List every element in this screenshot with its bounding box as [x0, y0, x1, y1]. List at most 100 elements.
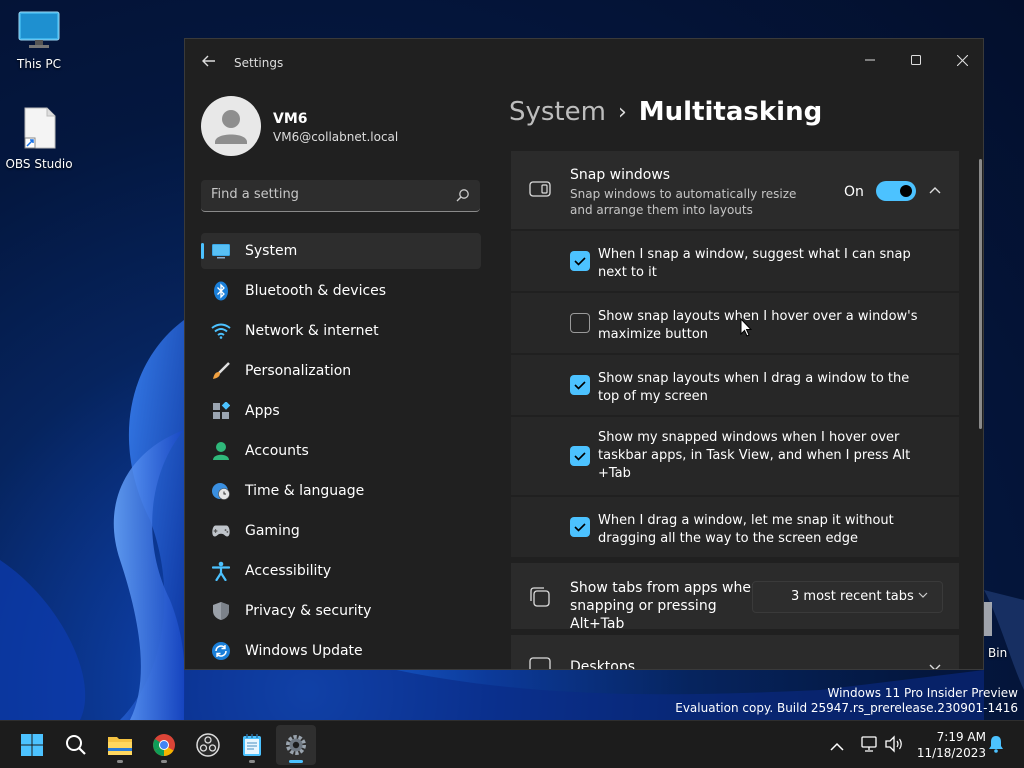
title-bar[interactable]: Settings: [185, 39, 983, 87]
network-tray-button[interactable]: [860, 735, 878, 757]
profile-name: VM6: [273, 111, 308, 127]
checkmark-icon: [574, 257, 586, 266]
snap-hover-maximize-checkbox[interactable]: [570, 313, 590, 333]
desktop-icon-this-pc[interactable]: This PC: [1, 10, 77, 71]
snap-windows-card[interactable]: Snap windows Snap windows to automatical…: [511, 151, 959, 229]
sidebar-item-label: Network & internet: [245, 323, 379, 339]
search-input[interactable]: [211, 187, 441, 202]
sidebar-item-label: Accessibility: [245, 563, 332, 579]
desktops-card[interactable]: Desktops: [511, 635, 959, 670]
settings-window: Settings VM6 VM6@collabnet.local Find a …: [184, 38, 984, 670]
bell-icon: [989, 736, 1003, 753]
bluetooth-icon: [211, 281, 231, 301]
clock-date: 11/18/2023: [916, 746, 986, 760]
snap-option-row[interactable]: Show my snapped windows when I hover ove…: [511, 417, 959, 495]
desktop-icon-obs-studio[interactable]: OBS Studio: [1, 106, 77, 171]
sidebar-item-windows-update[interactable]: Windows Update: [201, 633, 481, 669]
search-icon[interactable]: [456, 188, 470, 202]
sidebar-item-privacy[interactable]: Privacy & security: [201, 593, 481, 629]
snap-option-row[interactable]: When I drag a window, let me snap it wit…: [511, 497, 959, 557]
back-button[interactable]: [199, 53, 219, 73]
checkmark-icon: [574, 381, 586, 390]
snap-option-label: Show snap layouts when I hover over a wi…: [598, 309, 918, 342]
taskbar-chrome[interactable]: [144, 725, 184, 765]
snap-option-row[interactable]: When I snap a window, suggest what I can…: [511, 231, 959, 291]
sidebar-item-accessibility[interactable]: Accessibility: [201, 553, 481, 589]
settings-content: Snap windows Snap windows to automatical…: [511, 151, 959, 670]
breadcrumb: System › Multitasking: [509, 97, 822, 127]
taskbar-file-explorer[interactable]: [100, 725, 140, 765]
globe-clock-icon: [211, 481, 231, 501]
sidebar-item-personalization[interactable]: Personalization: [201, 353, 481, 389]
watermark-line-1: Windows 11 Pro Insider Preview: [827, 686, 1018, 700]
taskbar: 7:19 AM 11/18/2023: [0, 720, 1024, 768]
search-box[interactable]: [201, 180, 480, 212]
file-shortcut-icon: [24, 107, 56, 149]
accessibility-icon: [211, 561, 231, 581]
taskbar-notepad[interactable]: [232, 725, 272, 765]
toggle-state-label: On: [844, 184, 864, 200]
taskbar-settings[interactable]: [276, 725, 316, 765]
close-button[interactable]: [939, 45, 983, 75]
start-button[interactable]: [12, 725, 52, 765]
sidebar-item-apps[interactable]: Apps: [201, 393, 481, 429]
snap-windows-toggle[interactable]: [876, 181, 916, 201]
toggle-knob: [900, 185, 912, 197]
checkmark-icon: [574, 452, 586, 461]
taskbar-obs[interactable]: [188, 725, 228, 765]
sidebar-item-label: Gaming: [245, 523, 300, 539]
chrome-icon: [153, 734, 175, 756]
close-icon: [956, 54, 968, 66]
volume-icon: [885, 735, 902, 753]
volume-tray-button[interactable]: [884, 735, 904, 757]
snap-without-edge-checkbox[interactable]: [570, 517, 590, 537]
alt-tab-tabs-label: Show tabs from apps when snapping or pre…: [570, 580, 760, 632]
snap-drag-top-checkbox[interactable]: [570, 375, 590, 395]
minimize-button[interactable]: [847, 45, 893, 75]
sidebar-item-time-language[interactable]: Time & language: [201, 473, 481, 509]
network-icon: [861, 736, 877, 752]
running-indicator: [117, 760, 123, 763]
snap-option-row[interactable]: Show snap layouts when I drag a window t…: [511, 355, 959, 415]
evaluation-watermark: Windows 11 Pro Insider Preview Evaluatio…: [675, 686, 1018, 716]
chevron-up-icon[interactable]: [929, 186, 941, 194]
sidebar-item-network[interactable]: Network & internet: [201, 313, 481, 349]
breadcrumb-separator: ›: [617, 99, 627, 125]
desktop-icon-label: OBS Studio: [5, 157, 73, 171]
active-indicator: [289, 760, 303, 763]
snap-suggest-checkbox[interactable]: [570, 251, 590, 271]
app-title: Settings: [234, 56, 284, 70]
monitor-icon: [18, 11, 60, 48]
taskbar-clock[interactable]: 7:19 AM 11/18/2023: [910, 729, 986, 761]
taskbar-search-button[interactable]: [56, 725, 96, 765]
settings-icon: [286, 735, 306, 755]
notifications-button[interactable]: [988, 735, 1004, 757]
maximize-button[interactable]: [893, 45, 939, 75]
checkmark-icon: [574, 523, 586, 532]
sidebar-item-label: Time & language: [245, 483, 365, 499]
sidebar-item-label: Windows Update: [245, 643, 363, 659]
wifi-icon: [211, 321, 231, 341]
breadcrumb-parent[interactable]: System: [509, 97, 606, 127]
sidebar-item-system[interactable]: System: [201, 233, 481, 269]
sidebar-item-gaming[interactable]: Gaming: [201, 513, 481, 549]
clock-time: 7:19 AM: [936, 730, 986, 744]
alt-tab-tabs-card[interactable]: Show tabs from apps when snapping or pre…: [511, 563, 959, 632]
scrollbar[interactable]: [979, 159, 982, 429]
notepad-icon: [243, 734, 261, 756]
desktops-label: Desktops: [570, 659, 636, 670]
running-indicator: [161, 760, 167, 763]
profile-email: VM6@collabnet.local: [273, 130, 399, 144]
snap-option-row[interactable]: Show snap layouts when I hover over a wi…: [511, 293, 959, 353]
sidebar-item-label: Personalization: [245, 363, 352, 379]
alt-tab-tabs-dropdown[interactable]: 3 most recent tabs: [752, 581, 943, 613]
start-icon: [21, 734, 43, 756]
chevron-down-icon[interactable]: [929, 664, 941, 670]
sidebar-item-accounts[interactable]: Accounts: [201, 433, 481, 469]
snap-show-snapped-checkbox[interactable]: [570, 446, 590, 466]
sidebar-item-bluetooth[interactable]: Bluetooth & devices: [201, 273, 481, 309]
sidebar-item-label: System: [245, 243, 298, 259]
snap-windows-icon: [529, 181, 551, 197]
avatar[interactable]: [201, 96, 261, 156]
show-hidden-icons-button[interactable]: [830, 737, 844, 756]
